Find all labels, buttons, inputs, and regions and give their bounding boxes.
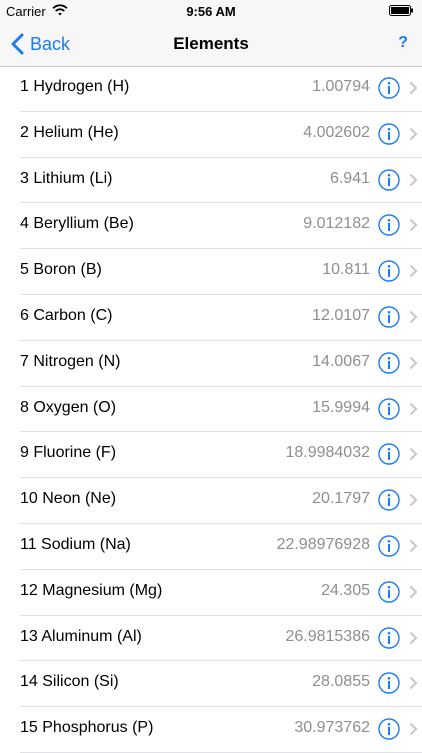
chevron-right-icon [409, 310, 418, 324]
info-circle-icon[interactable] [378, 77, 400, 99]
element-row[interactable]: 6 Carbon (C) 12.0107 [20, 295, 422, 341]
info-circle-icon[interactable] [378, 535, 400, 557]
info-circle-icon[interactable] [378, 672, 400, 695]
element-name: 7 Nitrogen (N) [20, 352, 121, 370]
chevron-right-icon [409, 264, 418, 278]
element-name: 9 Fluorine (F) [20, 444, 117, 462]
element-row[interactable]: 13 Aluminum (Al) 26.9815386 [20, 616, 422, 662]
chevron-right-icon [409, 81, 418, 95]
element-name: 12 Magnesium (Mg) [20, 581, 163, 599]
chevron-right-icon [409, 539, 418, 553]
info-circle-icon[interactable] [378, 718, 400, 740]
element-row[interactable]: 5 Boron (B) 10.811 [20, 249, 422, 295]
info-circle-icon[interactable] [378, 489, 400, 511]
atomic-mass: 1.00794 [312, 78, 370, 95]
battery-icon [389, 5, 413, 16]
info-circle-icon[interactable] [378, 626, 400, 649]
status-bar: Carrier 9:56 AM [0, 0, 422, 22]
atomic-mass: 30.973762 [294, 719, 370, 737]
element-name: 3 Lithium (Li) [20, 169, 113, 187]
atomic-mass: 26.9815386 [285, 627, 370, 645]
chevron-right-icon [409, 585, 418, 598]
element-name: 13 Aluminum (Al) [20, 627, 142, 645]
atomic-mass: 9.012182 [303, 215, 370, 233]
element-name: 4 Beryllium (Be) [20, 215, 134, 233]
info-circle-icon[interactable] [378, 214, 400, 237]
chevron-right-icon [409, 677, 418, 690]
chevron-right-icon [409, 219, 418, 232]
element-name: 1 Hydrogen (H) [20, 78, 130, 95]
info-circle-icon[interactable] [378, 352, 400, 374]
info-circle-icon[interactable] [378, 443, 400, 466]
element-name: 15 Phosphorus (P) [20, 719, 154, 737]
chevron-right-icon [409, 127, 418, 141]
chevron-right-icon [409, 493, 418, 507]
info-circle-icon[interactable] [378, 306, 400, 328]
element-name: 2 Helium (He) [20, 123, 119, 141]
element-name: 14 Silicon (Si) [20, 673, 119, 691]
help-button[interactable]: ? [398, 34, 408, 52]
atomic-mass: 4.002602 [303, 123, 370, 141]
chevron-right-icon [409, 173, 418, 186]
element-row[interactable]: 12 Magnesium (Mg) 24.305 [20, 570, 422, 616]
info-circle-icon[interactable] [378, 260, 400, 282]
atomic-mass: 20.1797 [312, 490, 370, 508]
element-name: 8 Oxygen (O) [20, 398, 117, 416]
atomic-mass: 10.811 [322, 261, 370, 279]
element-row[interactable]: 8 Oxygen (O) 15.9994 [20, 387, 422, 433]
chevron-right-icon [409, 448, 418, 461]
page-title: Elements [173, 34, 249, 53]
element-row[interactable]: 7 Nitrogen (N) 14.0067 [20, 341, 422, 387]
element-name: 6 Carbon (C) [20, 306, 113, 324]
element-row[interactable]: 4 Beryllium (Be) 9.012182 [20, 203, 422, 250]
chevron-right-icon [409, 631, 418, 644]
atomic-mass: 18.9984032 [285, 444, 370, 462]
atomic-mass: 6.941 [329, 169, 370, 187]
status-time: 9:56 AM [186, 4, 236, 19]
element-name: 10 Neon (Ne) [20, 490, 117, 508]
element-row[interactable]: 1 Hydrogen (H) 1.00794 [20, 66, 422, 112]
atomic-mass: 24.305 [321, 581, 370, 599]
element-row[interactable]: 14 Silicon (Si) 28.0855 [20, 661, 422, 708]
info-circle-icon[interactable] [378, 123, 400, 145]
atomic-mass: 28.0855 [312, 673, 370, 691]
navigation-bar: Back Elements ? [0, 22, 422, 67]
element-row[interactable]: 3 Lithium (Li) 6.941 [20, 158, 422, 204]
element-row[interactable]: 9 Fluorine (F) 18.9984032 [20, 432, 422, 479]
atomic-mass: 12.0107 [312, 306, 370, 324]
info-circle-icon[interactable] [378, 168, 400, 191]
atomic-mass: 15.9994 [312, 398, 370, 416]
element-row[interactable]: 15 Phosphorus (P) 30.973762 [20, 707, 422, 753]
element-row[interactable]: 10 Neon (Ne) 20.1797 [20, 478, 422, 524]
info-circle-icon[interactable] [378, 581, 400, 603]
atomic-mass: 14.0067 [312, 352, 370, 370]
element-name: 11 Sodium (Na) [20, 535, 131, 553]
element-name: 5 Boron (B) [20, 261, 102, 279]
chevron-right-icon [409, 402, 418, 415]
atomic-mass: 22.98976928 [276, 535, 370, 553]
elements-list: 1 Hydrogen (H) 1.00794 2 Helium (He) 4.0026… [0, 66, 422, 753]
info-circle-icon[interactable] [378, 397, 400, 420]
chevron-right-icon [409, 722, 418, 736]
element-row[interactable]: 2 Helium (He) 4.002602 [20, 112, 422, 158]
element-row[interactable]: 11 Sodium (Na) 22.98976928 [20, 524, 422, 570]
chevron-right-icon [409, 356, 418, 369]
